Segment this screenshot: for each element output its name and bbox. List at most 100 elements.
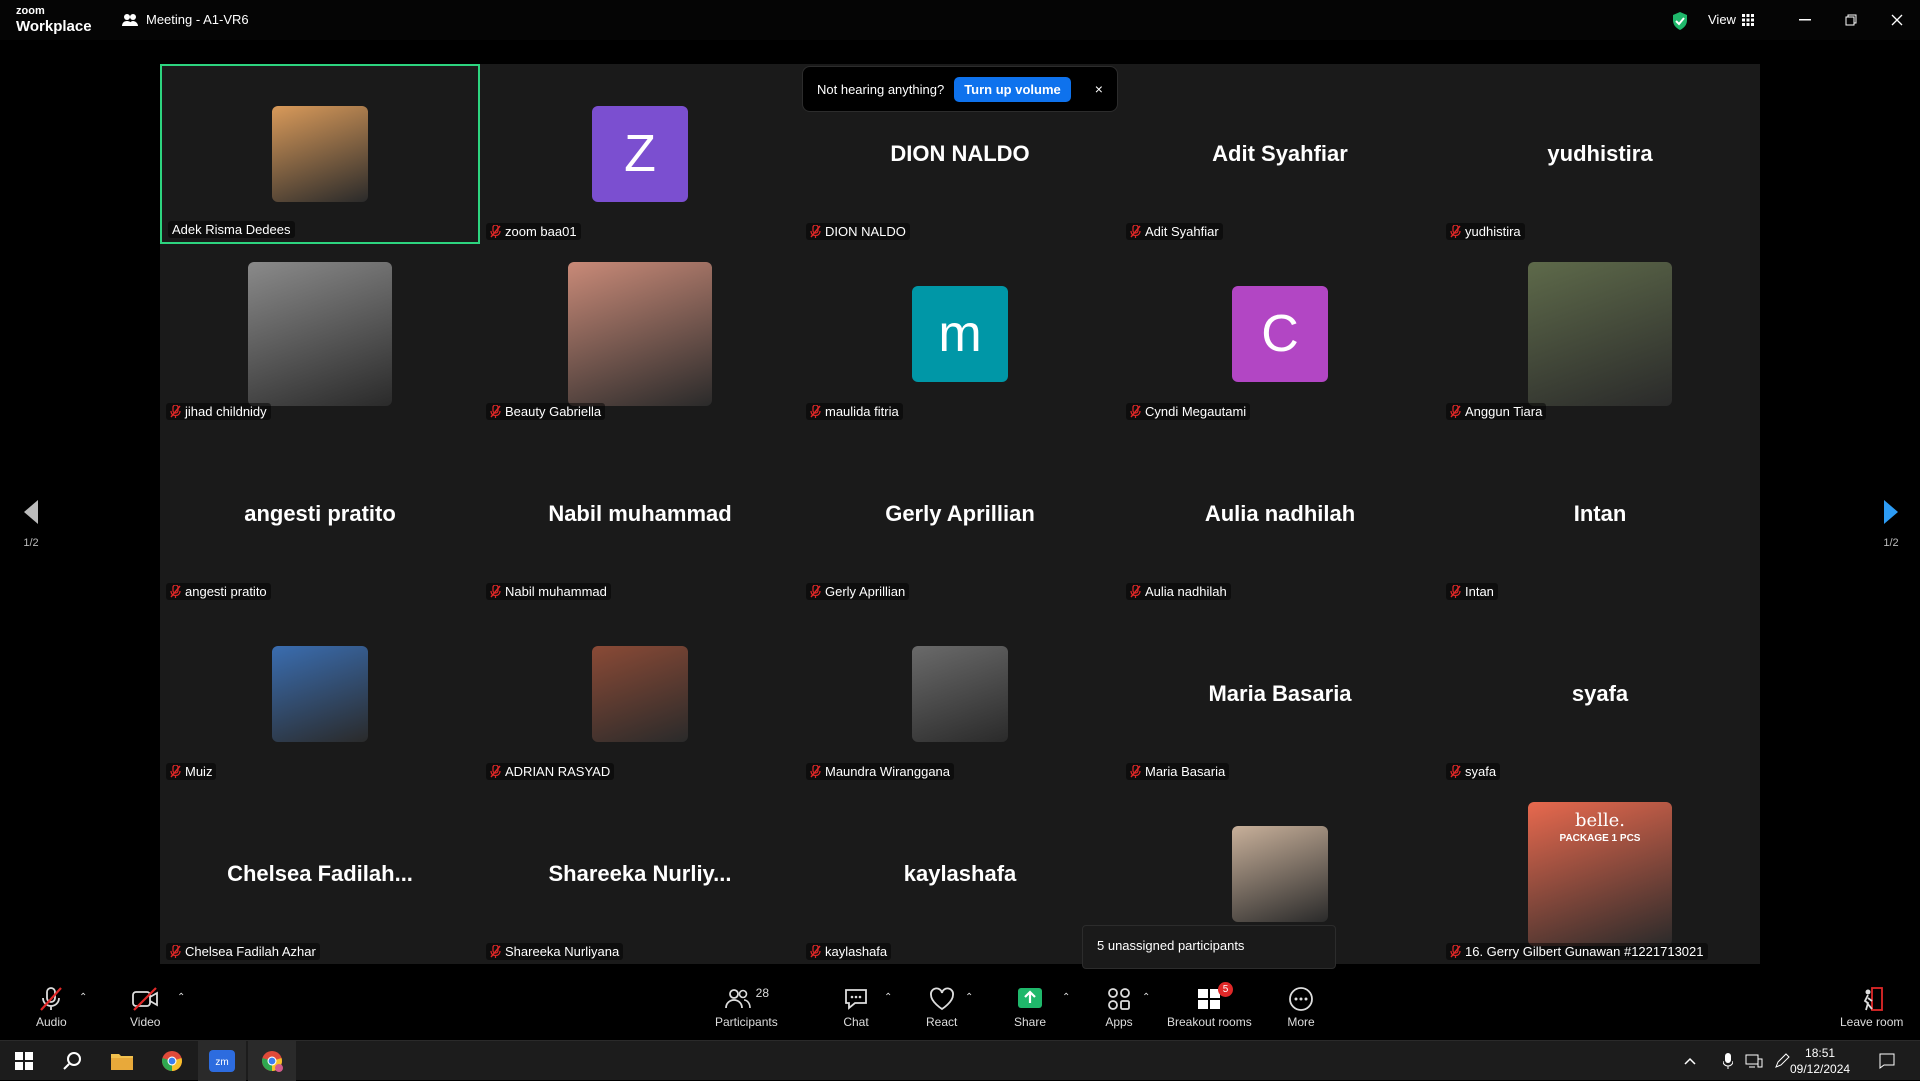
participant-tile[interactable]: Adek Risma Dedees bbox=[160, 64, 480, 244]
system-clock[interactable]: 18:51 09/12/2024 bbox=[1790, 1045, 1850, 1077]
participant-tile[interactable]: m maulida fitria bbox=[800, 244, 1120, 424]
breakout-rooms-button[interactable]: Breakout rooms bbox=[1167, 986, 1252, 1029]
close-window-button[interactable] bbox=[1882, 8, 1912, 32]
participant-tile[interactable]: Zzoom baa01 bbox=[480, 64, 800, 244]
participant-tile[interactable]: Gerly Aprillian Gerly Aprillian bbox=[800, 424, 1120, 604]
network-icon[interactable] bbox=[1740, 1041, 1768, 1081]
arrow-right-icon bbox=[1884, 500, 1898, 524]
meeting-toolbar: Audio ⌃ Video ⌃ 28 Participants Chat ⌃ R… bbox=[0, 980, 1920, 1040]
audio-label: Audio bbox=[36, 1015, 67, 1029]
mic-muted-icon bbox=[1450, 225, 1461, 238]
participant-name: 16. Gerry Gilbert Gunawan #1221713021 bbox=[1465, 944, 1704, 959]
participant-name-label: 16. Gerry Gilbert Gunawan #1221713021 bbox=[1446, 943, 1708, 960]
participant-tile[interactable]: Maria Basaria Maria Basaria bbox=[1120, 604, 1440, 784]
turn-up-volume-button[interactable]: Turn up volume bbox=[954, 76, 1071, 102]
participant-name-label: kaylashafa bbox=[806, 943, 892, 960]
chat-options-caret[interactable]: ⌃ bbox=[884, 992, 892, 1003]
participant-tile[interactable]: Nabil muhammad Nabil muhammad bbox=[480, 424, 800, 604]
mic-muted-icon bbox=[490, 945, 501, 958]
notifications-icon[interactable] bbox=[1866, 1041, 1908, 1081]
breakout-rooms-label: Breakout rooms bbox=[1167, 1015, 1252, 1029]
participants-button[interactable]: 28 Participants bbox=[715, 986, 778, 1029]
participant-tile[interactable]: Aulia nadhilah Aulia nadhilah bbox=[1120, 424, 1440, 604]
mic-muted-icon bbox=[40, 987, 63, 1011]
chat-button[interactable]: Chat bbox=[842, 986, 870, 1029]
security-shield-icon[interactable] bbox=[1671, 11, 1689, 36]
audio-options-caret[interactable]: ⌃ bbox=[79, 992, 87, 1003]
participant-tile[interactable]: yudhistira yudhistira bbox=[1440, 64, 1760, 244]
mic-muted-icon bbox=[1450, 405, 1461, 418]
chrome-icon[interactable] bbox=[148, 1041, 196, 1081]
more-button[interactable]: More bbox=[1287, 986, 1315, 1029]
toast-message: Not hearing anything? bbox=[817, 81, 945, 97]
profile-photo bbox=[272, 106, 368, 202]
participant-display-name: yudhistira bbox=[1547, 141, 1653, 166]
participant-display-name: Nabil muhammad bbox=[548, 501, 732, 526]
toast-close-button[interactable]: × bbox=[1095, 81, 1103, 97]
windows-start-icon[interactable] bbox=[0, 1041, 48, 1081]
apps-button[interactable]: Apps bbox=[1105, 986, 1133, 1029]
mic-muted-icon bbox=[1450, 585, 1461, 598]
participant-tile[interactable]: Anggun Tiara bbox=[1440, 244, 1760, 424]
participant-tile[interactable]: Adit Syahfiar Adit Syahfiar bbox=[1120, 64, 1440, 244]
participant-tile[interactable]: ADRIAN RASYAD bbox=[480, 604, 800, 784]
share-screen-icon bbox=[1018, 988, 1043, 1008]
participant-name-label: zoom baa01 bbox=[486, 223, 581, 240]
zoom-taskbar-icon[interactable]: zm bbox=[198, 1041, 246, 1081]
participant-tile[interactable]: Intan Intan bbox=[1440, 424, 1760, 604]
next-page-control[interactable]: 1/2 bbox=[1876, 498, 1906, 549]
participant-display-name: DION NALDO bbox=[890, 141, 1030, 166]
participant-name-label: yudhistira bbox=[1446, 223, 1525, 240]
tray-chevron-icon[interactable] bbox=[1680, 1041, 1700, 1081]
participant-tile[interactable]: syafa syafa bbox=[1440, 604, 1760, 784]
react-button[interactable]: React bbox=[926, 986, 957, 1029]
minimize-button[interactable] bbox=[1790, 8, 1820, 32]
participant-name: jihad childnidy bbox=[185, 404, 267, 419]
participant-tile[interactable]: kaylashafa kaylashafa bbox=[800, 784, 1120, 964]
prev-page-control[interactable]: 1/2 bbox=[16, 498, 46, 549]
photo-overlay-brand: belle. bbox=[1574, 810, 1626, 831]
more-label: More bbox=[1287, 1015, 1315, 1029]
participant-name: Intan bbox=[1465, 584, 1494, 599]
participant-tile[interactable]: angesti pratito angesti pratito bbox=[160, 424, 480, 604]
participant-tile[interactable]: C Cyndi Megautami bbox=[1120, 244, 1440, 424]
file-explorer-icon[interactable] bbox=[98, 1041, 146, 1081]
participant-name: syafa bbox=[1465, 764, 1497, 779]
participants-count: 28 bbox=[755, 986, 770, 1000]
chrome-profile-icon[interactable] bbox=[248, 1041, 296, 1081]
mic-muted-icon bbox=[810, 765, 821, 778]
participant-name: ADRIAN RASYAD bbox=[505, 764, 611, 779]
arrow-left-icon bbox=[24, 500, 38, 524]
share-options-caret[interactable]: ⌃ bbox=[1062, 992, 1070, 1003]
participant-tile[interactable]: Chelsea Fadilah... Chelsea Fadilah Azhar bbox=[160, 784, 480, 964]
leave-room-button[interactable]: Leave room bbox=[1840, 986, 1903, 1029]
view-button[interactable]: View bbox=[1708, 12, 1754, 27]
video-options-caret[interactable]: ⌃ bbox=[177, 992, 185, 1003]
clock-time: 18:51 bbox=[1805, 1046, 1836, 1060]
video-button[interactable]: Video bbox=[130, 986, 160, 1029]
participants-icon bbox=[724, 989, 751, 1009]
breakout-badge: 5 bbox=[1218, 982, 1233, 997]
tray-mic-icon[interactable] bbox=[1716, 1041, 1740, 1081]
mic-muted-icon bbox=[1130, 405, 1141, 418]
participant-tile[interactable]: Muiz bbox=[160, 604, 480, 784]
participant-display-name: Aulia nadhilah bbox=[1204, 501, 1356, 526]
share-button[interactable]: Share bbox=[1014, 986, 1046, 1029]
search-icon[interactable] bbox=[48, 1041, 96, 1081]
grid-icon bbox=[1741, 13, 1754, 26]
audio-button[interactable]: Audio bbox=[36, 986, 67, 1029]
mic-muted-icon bbox=[1130, 225, 1141, 238]
participant-tile[interactable]: Beauty Gabriella bbox=[480, 244, 800, 424]
participant-tile[interactable]: Maundra Wiranggana bbox=[800, 604, 1120, 784]
participant-name-label: ADRIAN RASYAD bbox=[486, 763, 615, 780]
restore-button[interactable] bbox=[1836, 8, 1866, 32]
participants-icon bbox=[122, 13, 138, 26]
participant-tile[interactable]: belle. PACKAGE 1 PCS 16. Gerry Gilbert Gun… bbox=[1440, 784, 1760, 964]
apps-options-caret[interactable]: ⌃ bbox=[1142, 992, 1150, 1003]
participant-name-label: syafa bbox=[1446, 763, 1501, 780]
participant-tile[interactable]: Shareeka Nurliy... Shareeka Nurliyana bbox=[480, 784, 800, 964]
participant-display-name: angesti pratito bbox=[244, 501, 396, 526]
participant-name: Aulia nadhilah bbox=[1145, 584, 1227, 599]
react-options-caret[interactable]: ⌃ bbox=[965, 992, 973, 1003]
participant-tile[interactable]: jihad childnidy bbox=[160, 244, 480, 424]
